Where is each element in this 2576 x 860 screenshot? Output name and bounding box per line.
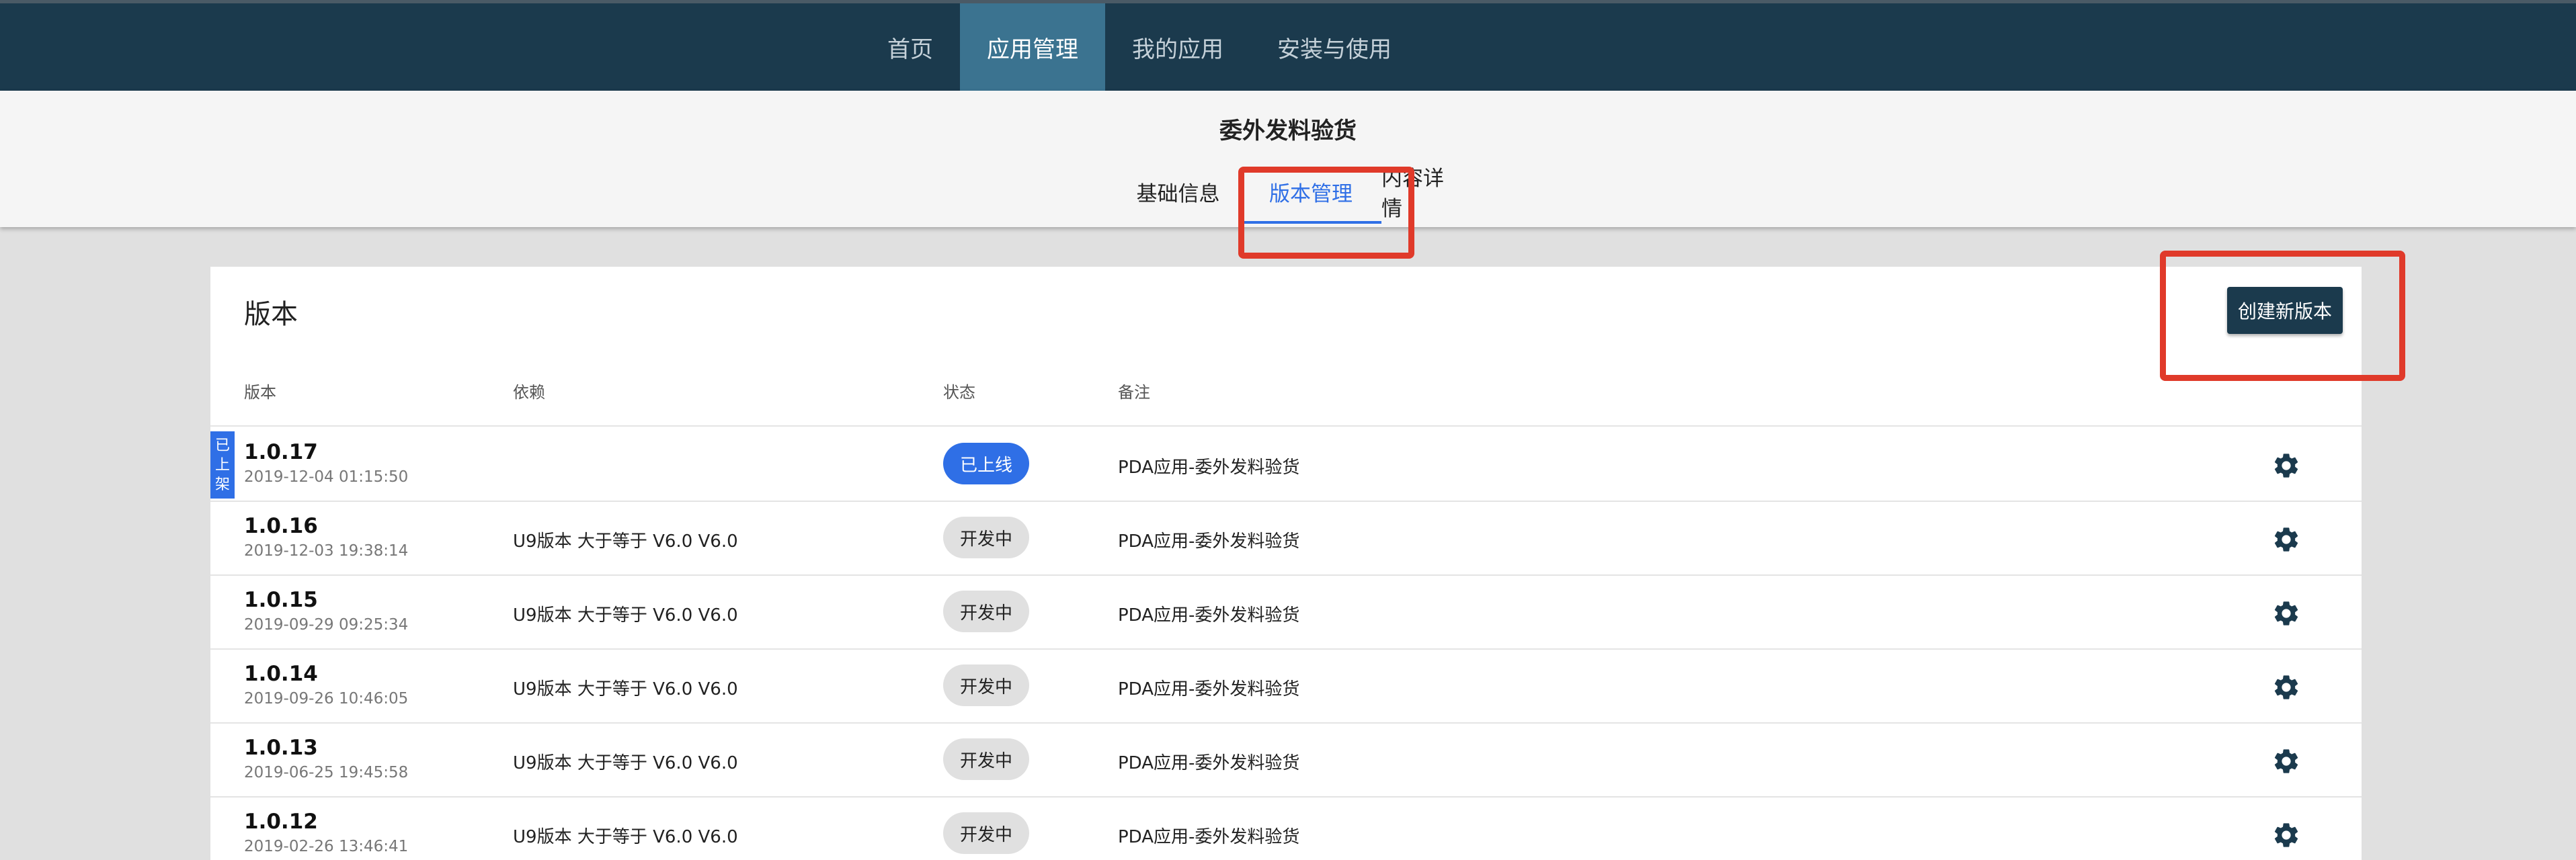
gear-icon[interactable] [2271, 525, 2301, 554]
published-ribbon: 已 上 架 [210, 431, 235, 499]
active-tab-indicator [1240, 221, 1381, 224]
table-row: 1.0.14 2019-09-26 10:46:05 U9版本 大于等于 V6.… [210, 650, 2362, 724]
tab-version-management[interactable]: 版本管理 [1240, 158, 1381, 225]
version-card: 版本 创建新版本 版本 依赖 状态 备注 已 上 架 1.0.17 2019-1… [210, 267, 2362, 860]
column-header-status: 状态 [943, 383, 975, 402]
version-note: PDA应用-委外发料验货 [1118, 753, 1300, 773]
published-ribbon-char: 架 [214, 476, 230, 493]
version-timestamp: 2019-09-26 10:46:05 [244, 690, 409, 707]
gear-icon[interactable] [2271, 746, 2301, 776]
status-badge: 开发中 [943, 591, 1029, 632]
table-row: 已 上 架 1.0.17 2019-12-04 01:15:50 已上线 PDA… [210, 428, 2362, 502]
app-header: 委外发料验货 基础信息 版本管理 内容详情 [0, 91, 2576, 227]
table-row: 1.0.13 2019-06-25 19:45:58 U9版本 大于等于 V6.… [210, 724, 2362, 798]
create-version-button[interactable]: 创建新版本 [2227, 287, 2343, 334]
version-timestamp: 2019-12-04 01:15:50 [244, 468, 409, 486]
table-header: 版本 依赖 状态 备注 [210, 371, 2362, 427]
status-badge: 开发中 [943, 812, 1029, 854]
version-timestamp: 2019-12-03 19:38:14 [244, 542, 409, 560]
version-number: 1.0.12 [244, 810, 318, 834]
version-dependency: U9版本 大于等于 V6.0 V6.0 [513, 827, 738, 847]
tab-version-management-label: 版本管理 [1269, 181, 1353, 206]
version-dependency: U9版本 大于等于 V6.0 V6.0 [513, 753, 738, 773]
version-dependency: U9版本 大于等于 V6.0 V6.0 [513, 531, 738, 552]
nav-item-app-management[interactable]: 应用管理 [960, 3, 1105, 91]
version-timestamp: 2019-02-26 13:46:41 [244, 838, 409, 855]
version-dependency: U9版本 大于等于 V6.0 V6.0 [513, 679, 738, 699]
published-ribbon-char: 已 [214, 437, 230, 454]
version-note: PDA应用-委外发料验货 [1118, 458, 1300, 478]
status-badge: 开发中 [943, 664, 1029, 706]
version-number: 1.0.14 [244, 662, 318, 686]
version-number: 1.0.13 [244, 736, 318, 760]
tab-content-details[interactable]: 内容详情 [1381, 158, 1462, 225]
version-section-title: 版本 [244, 299, 298, 330]
tab-basic-info[interactable]: 基础信息 [1116, 158, 1240, 225]
published-ribbon-char: 上 [214, 456, 230, 474]
version-note: PDA应用-委外发料验货 [1118, 679, 1300, 699]
status-badge: 开发中 [943, 738, 1029, 780]
version-note: PDA应用-委外发料验货 [1118, 827, 1300, 847]
app-title: 委外发料验货 [1219, 118, 1357, 144]
nav-item-install-and-use[interactable]: 安装与使用 [1250, 3, 1418, 91]
column-header-dependency: 依赖 [513, 383, 545, 402]
version-dependency: U9版本 大于等于 V6.0 V6.0 [513, 605, 738, 626]
version-note: PDA应用-委外发料验货 [1118, 605, 1300, 626]
nav-item-home[interactable]: 首页 [860, 3, 960, 91]
app-tabs: 基础信息 版本管理 内容详情 [1116, 158, 1462, 225]
column-header-version: 版本 [244, 383, 276, 402]
nav-item-my-apps[interactable]: 我的应用 [1105, 3, 1250, 91]
gear-icon[interactable] [2271, 820, 2301, 850]
gear-icon[interactable] [2271, 673, 2301, 702]
version-number: 1.0.15 [244, 588, 318, 612]
main-nav: 首页 应用管理 我的应用 安装与使用 [860, 3, 1418, 91]
table-row: 1.0.12 2019-02-26 13:46:41 U9版本 大于等于 V6.… [210, 798, 2362, 860]
top-nav-bar: 首页 应用管理 我的应用 安装与使用 [0, 0, 2576, 91]
version-timestamp: 2019-06-25 19:45:58 [244, 764, 409, 781]
version-table-body: 已 上 架 1.0.17 2019-12-04 01:15:50 已上线 PDA… [210, 428, 2362, 860]
column-header-note: 备注 [1118, 383, 1150, 402]
version-number: 1.0.17 [244, 440, 318, 464]
gear-icon[interactable] [2271, 451, 2301, 480]
version-timestamp: 2019-09-29 09:25:34 [244, 616, 409, 634]
table-row: 1.0.16 2019-12-03 19:38:14 U9版本 大于等于 V6.… [210, 502, 2362, 576]
gear-icon[interactable] [2271, 599, 2301, 628]
status-badge: 已上线 [943, 443, 1029, 484]
version-note: PDA应用-委外发料验货 [1118, 531, 1300, 552]
status-badge: 开发中 [943, 517, 1029, 558]
table-row: 1.0.15 2019-09-29 09:25:34 U9版本 大于等于 V6.… [210, 576, 2362, 650]
version-number: 1.0.16 [244, 514, 318, 538]
